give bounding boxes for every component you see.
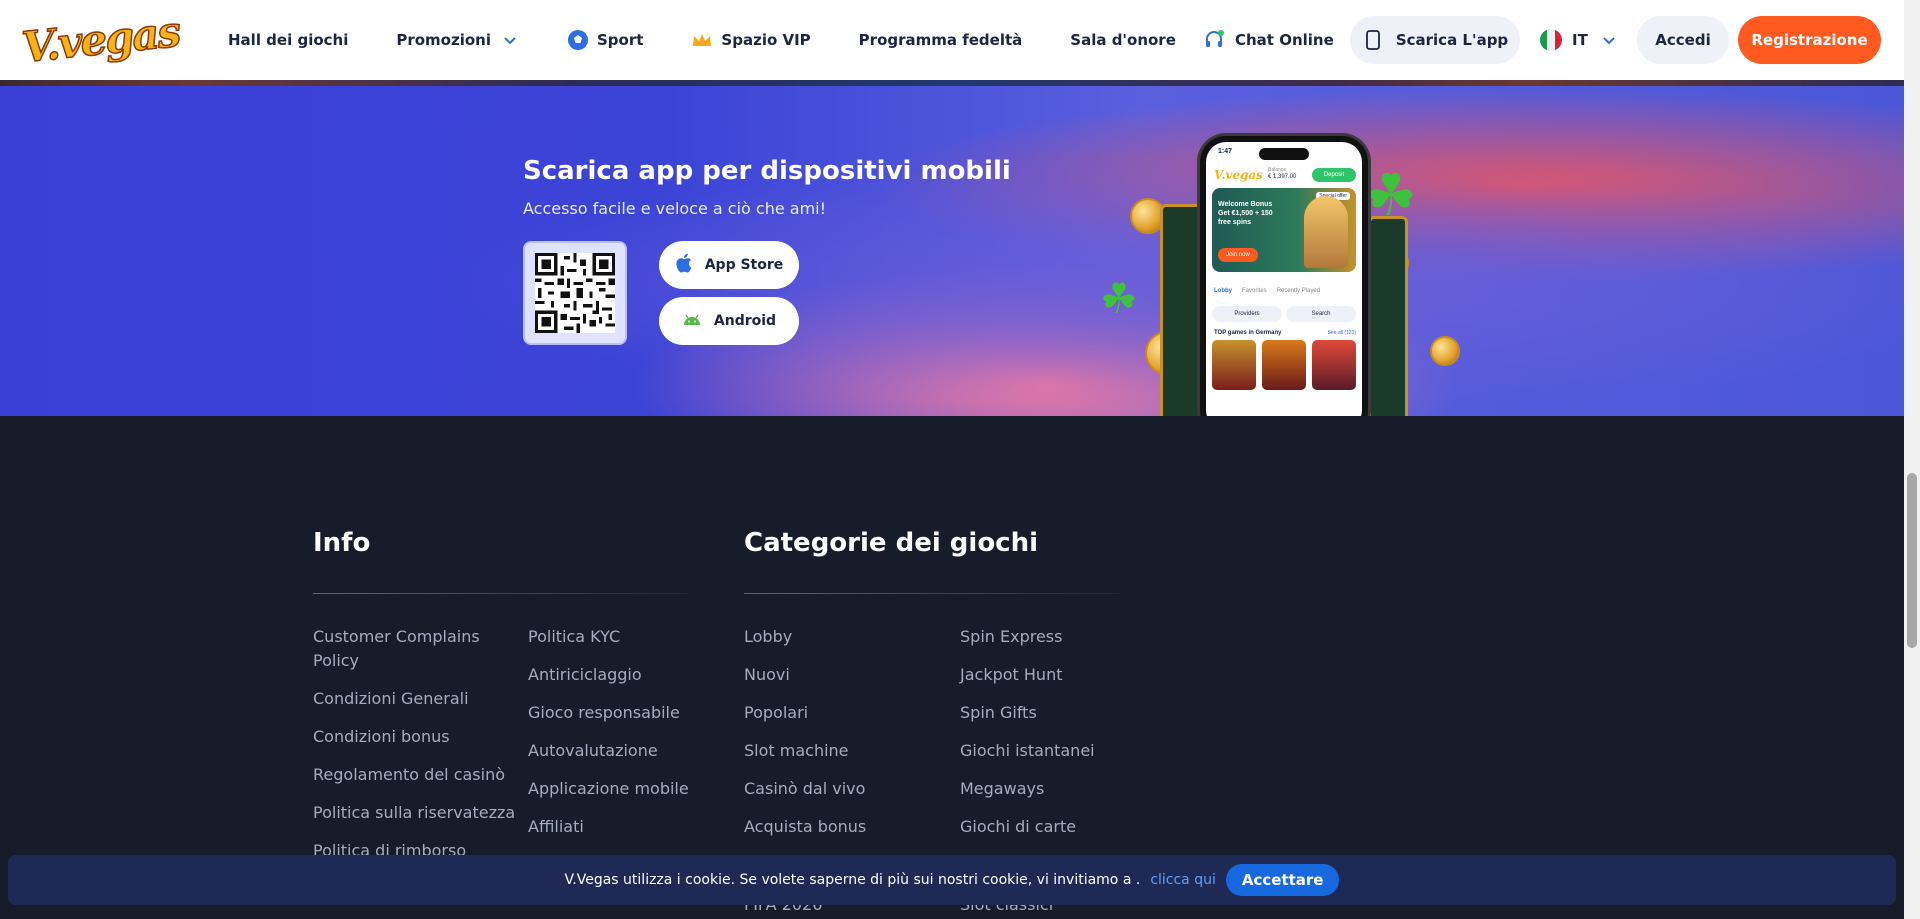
footer-link-politica-riservatezza[interactable]: Politica sulla riservatezza bbox=[313, 801, 528, 825]
login-label: Accedi bbox=[1655, 31, 1711, 49]
phone-time: 1:47 bbox=[1218, 148, 1233, 155]
cookie-banner: V.Vegas utilizza i cookie. Se volete sap… bbox=[8, 855, 1896, 905]
chevron-down-icon bbox=[1598, 29, 1620, 51]
header-actions: Chat Online Scarica L'app IT Accedi Regi… bbox=[0, 0, 1904, 80]
language-selector[interactable]: IT bbox=[1540, 0, 1620, 80]
download-app-label: Scarica L'app bbox=[1395, 31, 1509, 49]
phone-tab: Recently Played bbox=[1276, 288, 1321, 294]
site-footer: Info Categorie dei giochi Customer Compl… bbox=[0, 416, 1904, 919]
cookie-accept-button[interactable]: Accettare bbox=[1225, 864, 1340, 896]
qr-code bbox=[523, 241, 627, 345]
phone-top-games: TOP games in Germany bbox=[1214, 330, 1282, 336]
italy-flag-icon bbox=[1540, 29, 1562, 51]
phone-mockup: 1:47 V.vegas Balance € 1,397.00 Deposit … bbox=[1200, 136, 1368, 416]
banner-title: Scarica app per dispositivi mobili bbox=[523, 156, 1011, 186]
phone-notch bbox=[1259, 148, 1309, 160]
coin-decoration bbox=[1430, 336, 1460, 366]
clover-decoration: ☘ bbox=[1100, 274, 1138, 323]
phone-deposit-button: Deposit bbox=[1312, 168, 1356, 182]
chat-label: Chat Online bbox=[1235, 31, 1334, 49]
footer-divider bbox=[744, 593, 1119, 594]
footer-link-giochi-istantanei[interactable]: Giochi istantanei bbox=[960, 739, 1160, 763]
chat-online-link[interactable]: Chat Online bbox=[1203, 0, 1334, 80]
footer-link-applicazione-mobile[interactable]: Applicazione mobile bbox=[528, 777, 728, 801]
phone-tab: Favorites bbox=[1242, 288, 1267, 294]
scrollbar-thumb[interactable] bbox=[1907, 473, 1917, 648]
android-button[interactable]: Android bbox=[659, 297, 799, 345]
footer-link-megaways[interactable]: Megaways bbox=[960, 777, 1160, 801]
language-label: IT bbox=[1572, 31, 1588, 49]
banner-subtitle: Accesso facile e veloce a ciò che ami! bbox=[523, 199, 827, 218]
footer-link-casino-dal-vivo[interactable]: Casinò dal vivo bbox=[744, 777, 944, 801]
phone-search: Search bbox=[1286, 306, 1356, 322]
footer-link-regolamento-casino[interactable]: Regolamento del casinò bbox=[313, 763, 528, 787]
phone-promo-text: Welcome Bonus Get €1,500 + 150 free spin… bbox=[1218, 201, 1273, 226]
phone-see-all: See all (123) bbox=[1327, 330, 1356, 336]
download-app-button[interactable]: Scarica L'app bbox=[1350, 16, 1520, 64]
phone-tab: Lobby bbox=[1214, 288, 1232, 294]
phone-logo: V.vegas bbox=[1214, 168, 1263, 182]
footer-link-affiliati[interactable]: Affiliati bbox=[528, 815, 728, 839]
footer-divider bbox=[313, 593, 688, 594]
smartphone-icon bbox=[1362, 29, 1384, 51]
footer-link-lobby[interactable]: Lobby bbox=[744, 625, 944, 649]
cookie-text: V.Vegas utilizza i cookie. Se volete sap… bbox=[564, 872, 1141, 888]
footer-link-nuovi[interactable]: Nuovi bbox=[744, 663, 944, 687]
footer-info-title: Info bbox=[313, 528, 371, 558]
footer-link-slot-machine[interactable]: Slot machine bbox=[744, 739, 944, 763]
footer-link-spin-express[interactable]: Spin Express bbox=[960, 625, 1160, 649]
phone-balance-label: Balance bbox=[1268, 167, 1287, 173]
footer-link-spin-gifts[interactable]: Spin Gifts bbox=[960, 701, 1160, 725]
footer-categories-title: Categorie dei giochi bbox=[744, 528, 1039, 558]
app-store-button[interactable]: App Store bbox=[659, 241, 799, 289]
apple-icon bbox=[675, 253, 693, 277]
register-label: Registrazione bbox=[1751, 31, 1868, 49]
footer-link-gioco-responsabile[interactable]: Gioco responsabile bbox=[528, 701, 728, 725]
footer-link-antiriciclaggio[interactable]: Antiriciclaggio bbox=[528, 663, 728, 687]
phone-game-tile bbox=[1212, 340, 1256, 390]
phone-screen: 1:47 V.vegas Balance € 1,397.00 Deposit … bbox=[1206, 142, 1362, 416]
site-header: V.vegas Hall dei giochi Promozioni Sport… bbox=[0, 0, 1904, 80]
headset-icon bbox=[1203, 29, 1225, 51]
footer-link-condizioni-generali[interactable]: Condizioni Generali bbox=[313, 687, 513, 711]
mobile-app-banner: Scarica app per dispositivi mobili Acces… bbox=[0, 86, 1904, 416]
footer-link-giochi-di-carte[interactable]: Giochi di carte bbox=[960, 815, 1160, 839]
footer-link-politica-kyc[interactable]: Politica KYC bbox=[528, 625, 728, 649]
android-label: Android bbox=[713, 313, 777, 329]
footer-link-condizioni-bonus[interactable]: Condizioni bonus bbox=[313, 725, 513, 749]
footer-link-acquista-bonus[interactable]: Acquista bonus bbox=[744, 815, 944, 839]
register-button[interactable]: Registrazione bbox=[1738, 16, 1881, 64]
app-store-label: App Store bbox=[704, 257, 784, 273]
slot-reel-right bbox=[1368, 216, 1408, 416]
footer-link-popolari[interactable]: Popolari bbox=[744, 701, 944, 725]
phone-game-tile bbox=[1312, 340, 1356, 390]
phone-promo-character bbox=[1304, 196, 1348, 268]
phone-providers: Providers bbox=[1212, 306, 1282, 322]
phone-tabs: Lobby Favorites Recently Played bbox=[1214, 288, 1320, 294]
cookie-more-link[interactable]: clicca qui bbox=[1150, 872, 1216, 888]
footer-link-autovalutazione[interactable]: Autovalutazione bbox=[528, 739, 728, 763]
page-scrollbar[interactable] bbox=[1904, 0, 1920, 919]
login-button[interactable]: Accedi bbox=[1637, 16, 1729, 64]
footer-link-jackpot-hunt[interactable]: Jackpot Hunt bbox=[960, 663, 1160, 687]
phone-promo-card: Special offer Welcome Bonus Get €1,500 +… bbox=[1212, 188, 1356, 272]
footer-link-customer-complains-policy[interactable]: Customer Complains Policy bbox=[313, 625, 493, 673]
phone-join-button: Join now bbox=[1218, 248, 1258, 262]
phone-game-tile bbox=[1262, 340, 1306, 390]
android-icon bbox=[682, 312, 702, 330]
phone-balance: € 1,397.00 bbox=[1268, 174, 1297, 180]
